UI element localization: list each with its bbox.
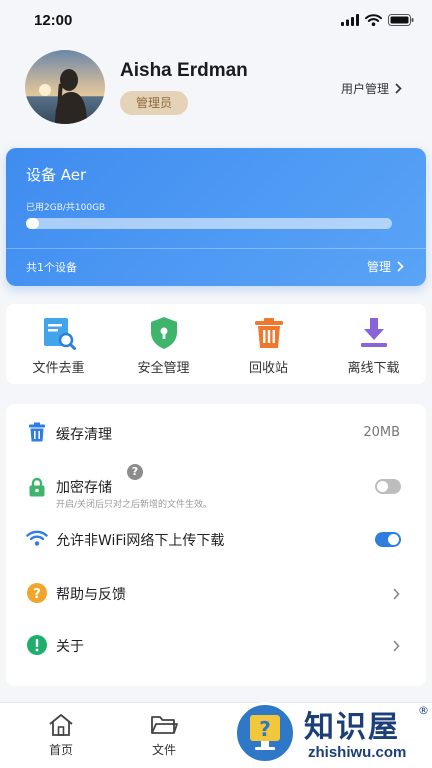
tool-label: 安全管理 — [137, 361, 190, 376]
wifi-icon — [26, 527, 48, 549]
storage-usage-text: 已用2GB/共100GB — [26, 203, 106, 213]
chevron-right-icon — [395, 83, 402, 94]
profile-header: Aisha Erdman 管理员 用户管理 — [0, 48, 432, 132]
card-divider — [6, 248, 426, 249]
tool-offline-download[interactable]: 离线下载 — [321, 304, 426, 384]
user-management-label: 用户管理 — [340, 82, 389, 96]
tool-security[interactable]: 安全管理 — [111, 304, 216, 384]
trash-bin-icon — [252, 316, 286, 350]
question-circle-icon: ? — [26, 582, 48, 604]
watermark-registered-mark: ® — [418, 704, 429, 717]
chevron-right-icon — [397, 261, 404, 272]
signal-icon — [341, 14, 359, 26]
watermark-text: 知识屋 — [304, 710, 400, 745]
wifi-status-icon — [365, 14, 382, 26]
setting-label: 允许非WiFi网络下上传下载 — [56, 533, 225, 549]
role-badge: 管理员 — [120, 91, 189, 115]
setting-help-feedback[interactable]: ? 帮助与反馈 — [6, 568, 426, 620]
device-count: 共1个设备 — [26, 261, 77, 274]
nav-home-label: 首页 — [48, 743, 73, 757]
user-management-link[interactable]: 用户管理 — [341, 80, 402, 97]
tool-label: 文件去重 — [32, 361, 85, 376]
setting-label: 缓存清理 — [56, 427, 112, 443]
download-tray-icon — [357, 316, 391, 350]
cache-size-value: 20MB — [363, 425, 400, 440]
device-card: 设备 Aer 已用2GB/共100GB 共1个设备 管理 — [6, 148, 426, 286]
info-circle-icon — [26, 634, 48, 656]
watermark-domain: zhishiwu.com — [308, 744, 407, 761]
setting-subtext: 开启/关闭后只对之后新增的文件生效。 — [56, 500, 213, 510]
setting-wifi-transfer: 允许非WiFi网络下上传下载 — [6, 516, 426, 572]
shield-lock-icon — [147, 316, 181, 350]
trash-icon — [26, 421, 48, 443]
setting-about[interactable]: 关于 — [6, 620, 426, 672]
encrypt-toggle[interactable] — [375, 479, 401, 494]
setting-label: 帮助与反馈 — [56, 587, 126, 603]
setting-encrypted-storage: 加密存储 ? 开启/关闭后只对之后新增的文件生效。 — [6, 460, 426, 516]
chevron-right-icon — [393, 640, 400, 652]
tool-label: 离线下载 — [347, 361, 400, 376]
nav-files-label: 文件 — [151, 743, 176, 757]
settings-card: 缓存清理 20MB 加密存储 ? 开启/关闭后只对之后新增的文件生效。 允许非W… — [6, 404, 426, 686]
status-bar: 12:00 — [0, 0, 432, 44]
tool-label: 回收站 — [248, 361, 288, 376]
watermark-logo-icon: ? — [234, 702, 296, 764]
svg-text:?: ? — [259, 717, 271, 741]
chevron-right-icon — [393, 588, 400, 600]
tools-card: 文件去重 安全管理 回收站 离线下载 — [6, 304, 426, 384]
status-time: 12:00 — [34, 12, 73, 29]
profile-name: Aisha Erdman — [120, 60, 248, 81]
setting-label: 加密存储 — [56, 480, 112, 496]
help-question-icon[interactable]: ? — [127, 464, 143, 480]
storage-progress-fill — [26, 218, 39, 229]
svg-text:?: ? — [33, 587, 41, 602]
status-icons — [341, 14, 414, 26]
file-search-icon — [42, 316, 76, 350]
battery-icon — [388, 14, 414, 26]
tool-file-dedupe[interactable]: 文件去重 — [6, 304, 111, 384]
lock-icon — [26, 476, 48, 498]
setting-label: 关于 — [56, 639, 84, 655]
storage-progress-bar — [26, 218, 392, 229]
nav-home[interactable]: 首页 — [31, 713, 91, 758]
toggle-knob — [377, 481, 388, 492]
wifi-transfer-toggle[interactable] — [375, 532, 401, 547]
setting-cache-clear[interactable]: 缓存清理 20MB — [6, 404, 426, 460]
nav-files[interactable]: 文件 — [134, 713, 194, 758]
device-title: 设备 Aer — [26, 166, 87, 184]
folder-icon — [151, 716, 178, 734]
device-manage-button[interactable]: 管理 — [367, 258, 404, 275]
device-manage-label: 管理 — [366, 260, 391, 274]
watermark: ? 知识屋 ® zhishiwu.com — [232, 700, 432, 768]
home-icon — [49, 714, 73, 736]
tool-recycle-bin[interactable]: 回收站 — [216, 304, 321, 384]
toggle-knob — [388, 534, 399, 545]
avatar[interactable] — [25, 50, 105, 124]
